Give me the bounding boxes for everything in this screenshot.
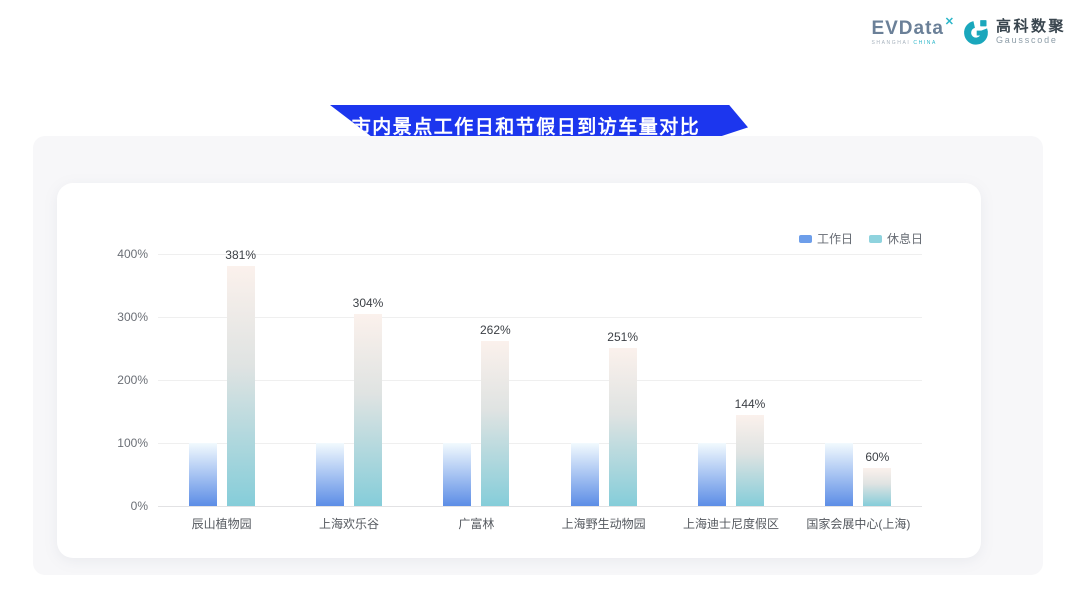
evdata-x-icon: ✕ xyxy=(945,15,954,28)
gridline xyxy=(158,317,922,318)
x-axis-line xyxy=(158,506,922,507)
chart-card: 工作日 休息日 0% 100% 200% 300% 400% 381% 辰山植物园 304% 上海… xyxy=(57,183,981,558)
bar-工作日-辰山植物园 xyxy=(189,443,217,506)
x-axis-category-label: 上海欢乐谷 xyxy=(284,515,414,532)
y-axis-tick-label: 0% xyxy=(96,499,148,513)
legend-marker xyxy=(869,235,882,243)
gausscode-text: 高科数聚 Gausscode xyxy=(996,19,1066,46)
bar-value-label: 262% xyxy=(465,323,525,337)
bar-休息日-辰山植物园 xyxy=(227,266,255,506)
legend-label: 休息日 xyxy=(887,230,923,247)
x-axis-category-label: 上海迪士尼度假区 xyxy=(666,515,796,532)
legend-marker xyxy=(799,235,812,243)
gridline xyxy=(158,254,922,255)
evdata-subtext: SHANGHAI CHINA xyxy=(871,40,944,46)
gausscode-en: Gausscode xyxy=(996,35,1066,46)
gausscode-g-icon xyxy=(962,18,990,46)
evdata-wordmark: EVData xyxy=(871,18,944,39)
bar-工作日-上海欢乐谷 xyxy=(316,443,344,506)
legend-item-工作日[interactable]: 工作日 xyxy=(799,230,853,247)
x-axis-category-label: 上海野生动物园 xyxy=(539,515,669,532)
gridline xyxy=(158,380,922,381)
y-axis-tick-label: 300% xyxy=(96,310,148,324)
gridline xyxy=(158,443,922,444)
bar-value-label: 144% xyxy=(720,397,780,411)
x-axis-category-label: 辰山植物园 xyxy=(157,515,287,532)
bar-休息日-广富林 xyxy=(481,341,509,506)
y-axis-tick-label: 100% xyxy=(96,436,148,450)
bar-value-label: 251% xyxy=(593,330,653,344)
x-axis-category-label: 广富林 xyxy=(411,515,541,532)
bar-休息日-上海欢乐谷 xyxy=(354,314,382,506)
bar-休息日-国家会展中心(上海) xyxy=(863,468,891,506)
gausscode-cn: 高科数聚 xyxy=(996,19,1066,35)
bar-value-label: 304% xyxy=(338,296,398,310)
bar-休息日-上海野生动物园 xyxy=(609,348,637,506)
x-axis-category-label: 国家会展中心(上海) xyxy=(793,515,923,532)
y-axis-tick-label: 400% xyxy=(96,247,148,261)
legend-item-休息日[interactable]: 休息日 xyxy=(869,230,923,247)
bar-value-label: 60% xyxy=(847,450,907,464)
bar-工作日-上海迪士尼度假区 xyxy=(698,443,726,506)
bar-工作日-广富林 xyxy=(443,443,471,506)
evdata-logo: EVData✕ SHANGHAI CHINA xyxy=(871,19,944,46)
y-axis-tick-label: 200% xyxy=(96,373,148,387)
bar-休息日-上海迪士尼度假区 xyxy=(736,415,764,506)
page: EVData✕ SHANGHAI CHINA 高科数聚 Gausscode 市内… xyxy=(0,0,1080,608)
gausscode-logo: 高科数聚 Gausscode xyxy=(962,18,1066,46)
chart-legend: 工作日 休息日 xyxy=(799,230,923,247)
bar-value-label: 381% xyxy=(211,248,271,262)
header-logos: EVData✕ SHANGHAI CHINA 高科数聚 Gausscode xyxy=(871,18,1066,46)
bar-工作日-上海野生动物园 xyxy=(571,443,599,506)
legend-label: 工作日 xyxy=(817,230,853,247)
